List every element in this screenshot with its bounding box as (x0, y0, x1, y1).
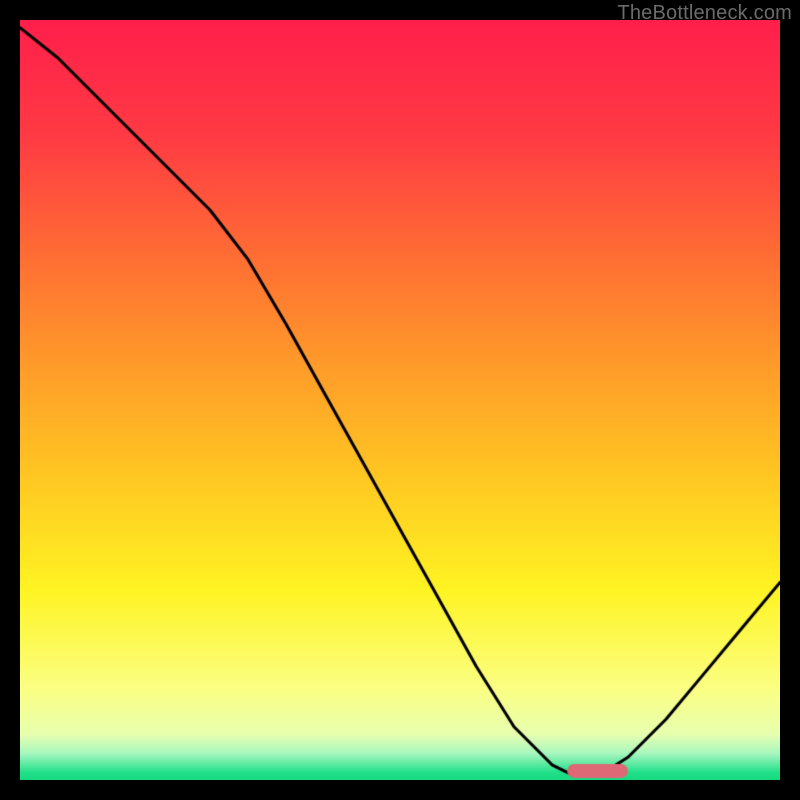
chart-frame: TheBottleneck.com (0, 0, 800, 800)
watermark-label: TheBottleneck.com (617, 2, 792, 25)
bottleneck-chart-canvas (20, 20, 780, 780)
